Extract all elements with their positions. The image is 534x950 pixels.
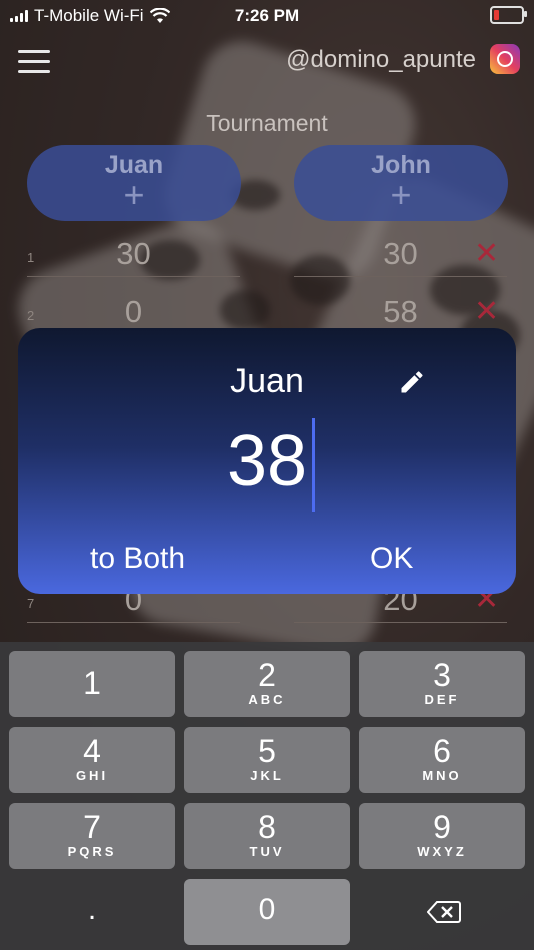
instagram-icon[interactable] — [490, 44, 520, 74]
backspace-icon — [427, 901, 461, 923]
text-cursor — [312, 418, 315, 512]
pencil-icon[interactable] — [398, 368, 426, 396]
dialog-player-name: Juan — [230, 362, 304, 400]
team-john-button[interactable]: John + — [294, 145, 508, 221]
score-input[interactable]: 38 — [18, 420, 516, 502]
key-3[interactable]: 3 DEF — [359, 651, 525, 717]
instagram-handle[interactable]: @domino_apunte — [286, 46, 476, 74]
menu-icon[interactable] — [18, 50, 50, 74]
key-4[interactable]: 4 GHI — [9, 727, 175, 793]
key-1[interactable]: 1 — [9, 651, 175, 717]
game-mode-title: Tournament — [206, 110, 328, 136]
key-9[interactable]: 9 WXYZ — [359, 803, 525, 869]
score-row: 1 30 30 ✕ — [0, 230, 534, 280]
status-bar: T-Mobile Wi-Fi 7:26 PM — [0, 0, 534, 34]
delete-row-icon[interactable]: ✕ — [474, 294, 499, 329]
plus-icon: + — [390, 174, 412, 215]
score-juan[interactable]: 30 — [27, 236, 240, 277]
numeric-keypad: 1 2 ABC 3 DEF 4 GHI 5 JKL 6 MNO 7 PQRS 8 TUV 9W… — [0, 642, 534, 950]
key-decimal[interactable]: . — [9, 879, 175, 945]
battery-icon — [490, 6, 527, 24]
key-8[interactable]: 8 TUV — [184, 803, 350, 869]
key-6[interactable]: 6 MNO — [359, 727, 525, 793]
clock: 7:26 PM — [234, 6, 300, 25]
team-juan-button[interactable]: Juan + — [27, 145, 241, 221]
ok-button[interactable]: OK — [370, 542, 413, 576]
to-both-button[interactable]: to Both — [90, 542, 185, 576]
key-0[interactable]: 0 — [184, 879, 350, 945]
delete-row-icon[interactable]: ✕ — [474, 236, 499, 271]
key-2[interactable]: 2 ABC — [184, 651, 350, 717]
score-entry-dialog: Juan 38 to Both OK — [18, 328, 516, 594]
key-5[interactable]: 5 JKL — [184, 727, 350, 793]
key-7[interactable]: 7 PQRS — [9, 803, 175, 869]
plus-icon: + — [123, 174, 145, 215]
backspace-key[interactable] — [359, 879, 525, 945]
